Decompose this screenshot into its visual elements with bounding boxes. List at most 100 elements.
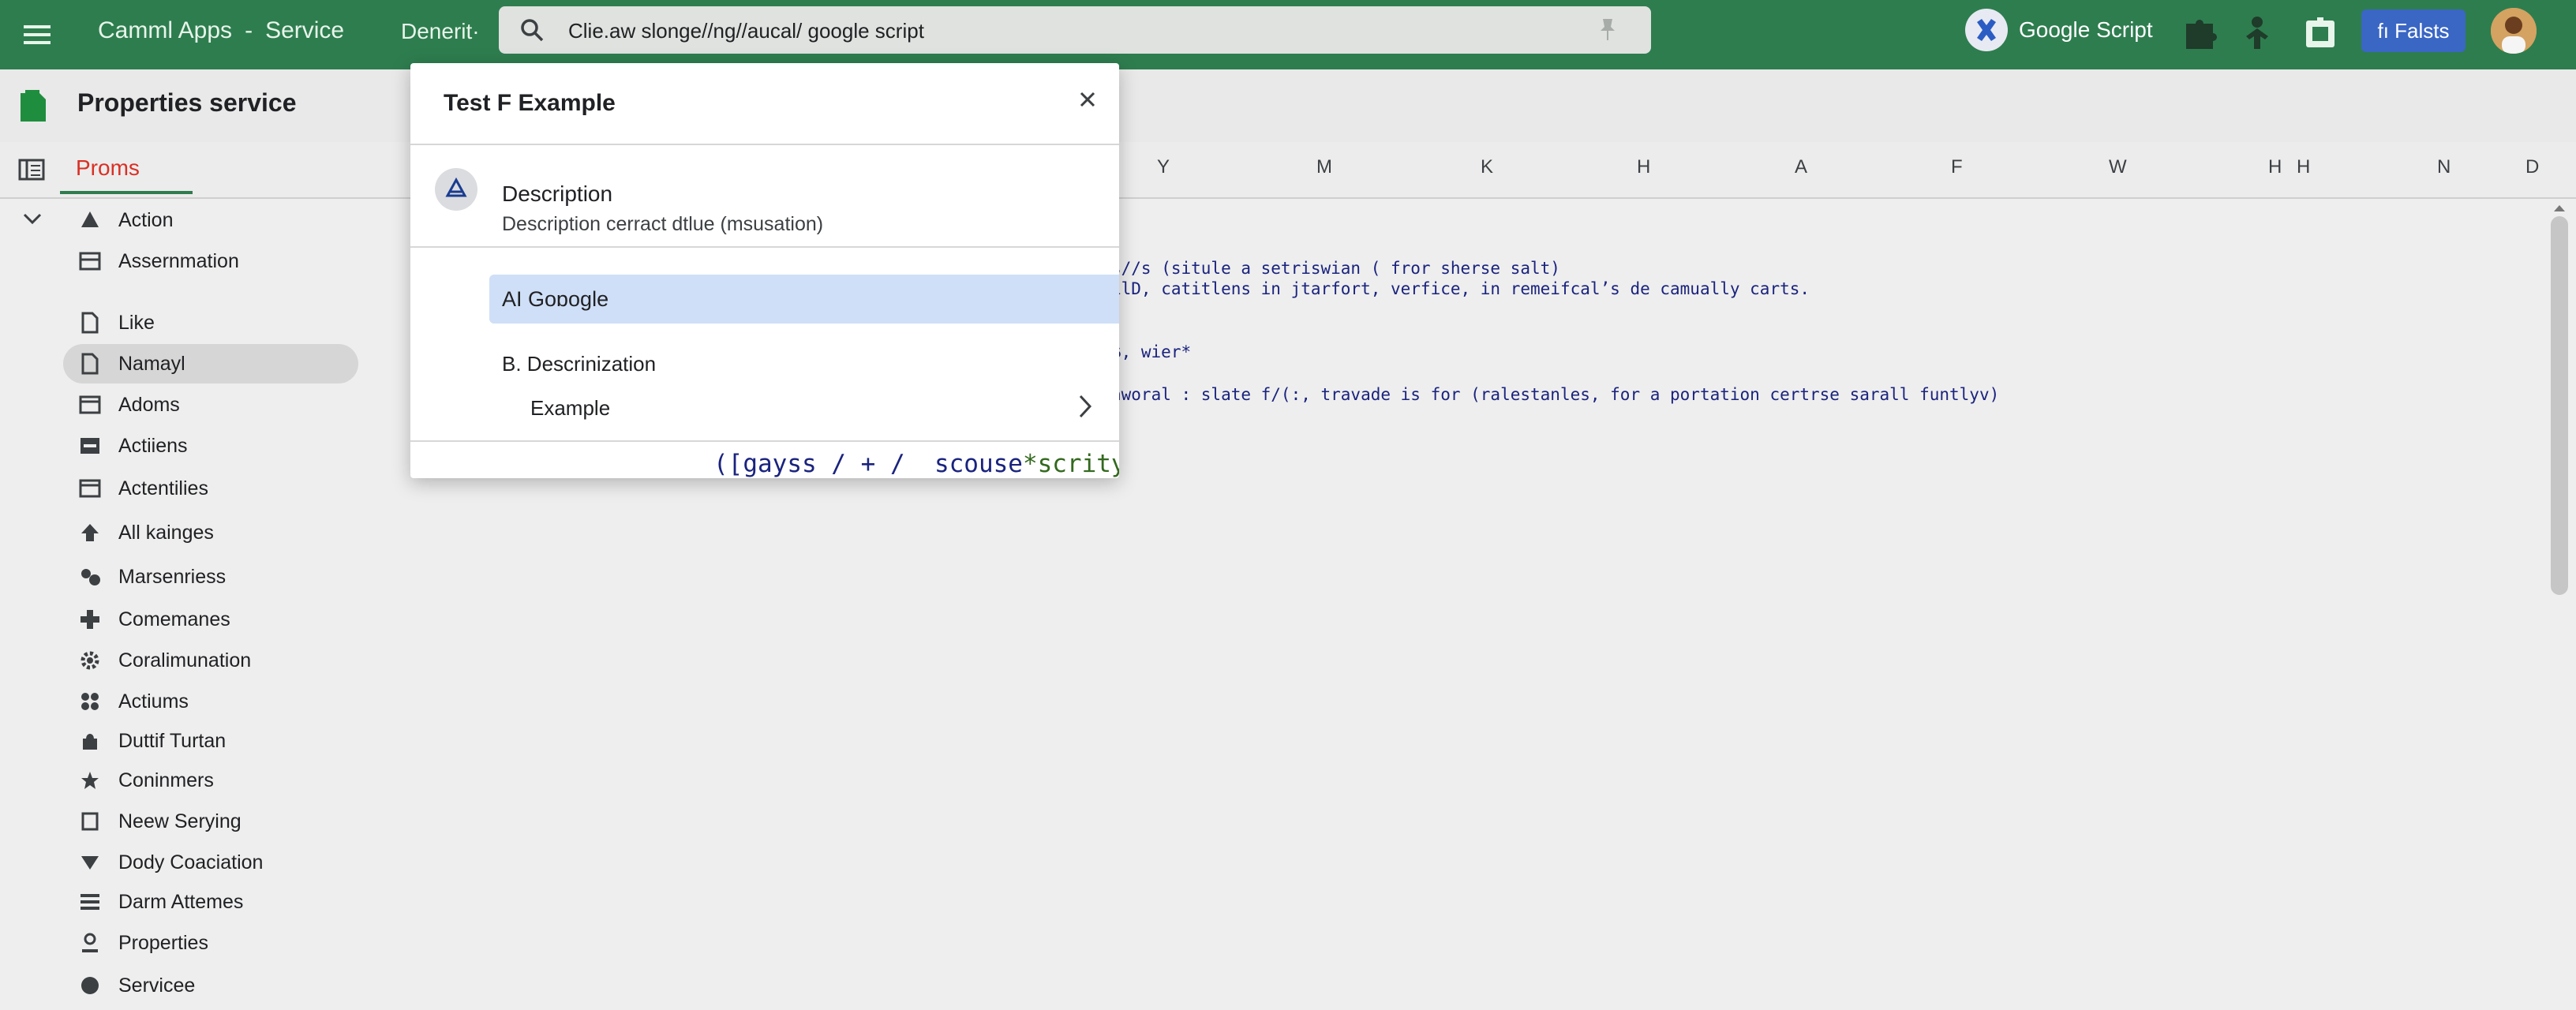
sidebar-item-label: Assernmation: [118, 249, 239, 272]
vertical-scrollbar[interactable]: [2548, 199, 2571, 1010]
column-header[interactable]: H: [2297, 156, 2310, 178]
sidebar-item-label: Coralimunation: [118, 649, 252, 671]
option-example[interactable]: Example: [530, 396, 610, 421]
extension-icon[interactable]: [2180, 13, 2221, 54]
sidebar-item-label: Darm Attemes: [118, 890, 244, 913]
option-google[interactable]: AI Goɒogle: [489, 275, 1119, 324]
description-badge-icon: [435, 168, 477, 211]
gear-cluster-icon: [77, 564, 103, 589]
scroll-up-arrow-icon[interactable]: [2548, 200, 2571, 216]
file-icon: [77, 310, 103, 335]
sidebar-toggle-icon[interactable]: [17, 158, 46, 181]
sidebar-item-marsenriess[interactable]: Marsenriess: [63, 557, 358, 597]
window-icon: [77, 392, 103, 417]
sidebar-item-label: Comemanes: [118, 608, 230, 630]
sidebar-item-label: Duttif Turtan: [118, 729, 227, 752]
pin-icon[interactable]: [1596, 17, 1619, 43]
page-title: Properties service: [77, 88, 297, 117]
column-header[interactable]: H: [2268, 156, 2282, 178]
sidebar-item-label: Actiiens: [118, 434, 188, 457]
tab-row: Proms: [0, 142, 2576, 199]
sidebar-item-actiums[interactable]: Actiums: [63, 682, 358, 721]
top-app-bar: Camml Apps-Service Denerit· Google Scrip…: [0, 0, 2576, 69]
sidebar-item-dody-coaciation[interactable]: Dody Coaciation: [63, 843, 358, 882]
google-script-product[interactable]: Google Script: [1965, 8, 2153, 52]
column-header[interactable]: K: [1481, 156, 1493, 178]
sidebar-item-label: Coninmers: [118, 769, 214, 791]
code-line[interactable]: aworal : slate f/(:, travade is for (ral…: [1111, 385, 1999, 404]
sidebar-item-coninmers[interactable]: Coninmers: [63, 761, 358, 800]
list-icon: [77, 889, 103, 915]
breadcrumb[interactable]: Denerit·: [401, 19, 480, 44]
sidebar-item-label: All kainges: [118, 521, 214, 544]
sidebar-item-namayl[interactable]: Namayl: [63, 344, 358, 383]
sidebar-item-comemanes[interactable]: Comemanes: [63, 600, 358, 639]
scrollbar-thumb[interactable]: [2551, 216, 2568, 595]
column-header[interactable]: M: [1316, 156, 1332, 178]
dialog-divider: [410, 440, 1119, 442]
triangle-down-icon: [77, 850, 103, 875]
tab-proms[interactable]: Proms: [60, 142, 193, 194]
sidebar-item-label: Action: [118, 208, 174, 231]
sidebar-item-label: Adoms: [118, 393, 180, 416]
falsts-button[interactable]: fı Falsts: [2361, 9, 2466, 52]
sidebar-item-coralimunation[interactable]: Coralimunation: [63, 641, 358, 680]
close-icon[interactable]: [1078, 90, 1097, 109]
sidebar-item-assernmation[interactable]: Assernmation: [63, 241, 358, 281]
search-input[interactable]: [567, 14, 1548, 47]
star-icon: [77, 768, 103, 793]
column-header[interactable]: D: [2525, 156, 2539, 178]
app-title[interactable]: Camml Apps - Service: [98, 17, 344, 44]
code-part: ([gayss / + / scouse: [713, 450, 1023, 478]
hamburger-menu-icon[interactable]: [19, 16, 57, 54]
sidebar-item-all-kainges[interactable]: All kainges: [63, 513, 358, 552]
sidebar-item-actentilies[interactable]: Actentilies: [63, 469, 358, 508]
window-icon: [77, 476, 103, 501]
product-name: Google Script: [2019, 17, 2153, 42]
gear-icon: [77, 648, 103, 673]
search-bar[interactable]: [499, 6, 1651, 54]
code-line[interactable]: ılD, catitlens in jtarfort, verfice, in …: [1111, 279, 1810, 298]
sidebar-item-darm-attemes[interactable]: Darm Attemes: [63, 882, 358, 922]
sidebar-item-neew-serying[interactable]: Neew Serying: [63, 802, 358, 841]
script-logo-icon: [1965, 9, 2008, 51]
person-pin-icon: [77, 930, 103, 956]
sidebar-item-label: Servicee: [118, 974, 196, 997]
sidebar-item-action[interactable]: Action: [63, 200, 358, 240]
grid-dots-icon: [77, 689, 103, 714]
option-label: AI Goɒogle: [502, 286, 609, 311]
sidebar-item-label: Namayl: [118, 352, 185, 375]
sidebar-item-label: Dody Coaciation: [118, 851, 264, 873]
sidebar-item-properties[interactable]: Properties: [63, 923, 358, 963]
dialog-code-snippet[interactable]: ([gayss / + / scouse*scrity ʼ: [713, 450, 1119, 478]
arrow-up-icon: [77, 520, 103, 545]
file-icon: [77, 351, 103, 376]
sidebar-item-label: Neew Serying: [118, 810, 242, 832]
option-descrinization[interactable]: B. Descrinization: [502, 352, 656, 376]
sidebar-item-actiiens[interactable]: Actiiens: [63, 426, 358, 466]
column-header[interactable]: Y: [1157, 156, 1170, 178]
app-name: Camml Apps: [98, 17, 233, 43]
person-icon[interactable]: [2237, 13, 2278, 54]
description-label: Description: [502, 181, 613, 206]
column-header[interactable]: A: [1795, 156, 1807, 178]
user-avatar[interactable]: [2491, 8, 2537, 54]
code-line[interactable]: s//s (situle a setriswian ( fror sherse …: [1111, 259, 1560, 278]
sidebar-item-label: Like: [118, 311, 155, 334]
script-file-icon: [21, 90, 46, 122]
action-icon: [77, 208, 103, 233]
column-header[interactable]: H: [1637, 156, 1650, 178]
sidebar-item-adoms[interactable]: Adoms: [63, 385, 358, 425]
panel-icon: [77, 433, 103, 458]
chevron-down-icon[interactable]: [22, 211, 43, 226]
code-line[interactable]: ẞ, wier*: [1111, 342, 1191, 363]
column-header[interactable]: W: [2109, 156, 2127, 178]
sidebar-item-servicee[interactable]: Servicee: [63, 966, 358, 1005]
sidebar-item-like[interactable]: Like: [63, 303, 358, 342]
sidebar-item-label: Actiums: [118, 690, 189, 713]
column-header[interactable]: N: [2437, 156, 2451, 178]
puzzle-icon[interactable]: [2300, 13, 2341, 54]
sidebar-item-duttif-turtan[interactable]: Duttif Turtan: [63, 721, 358, 761]
column-header[interactable]: F: [1951, 156, 1963, 178]
chevron-right-icon[interactable]: [1075, 393, 1095, 420]
